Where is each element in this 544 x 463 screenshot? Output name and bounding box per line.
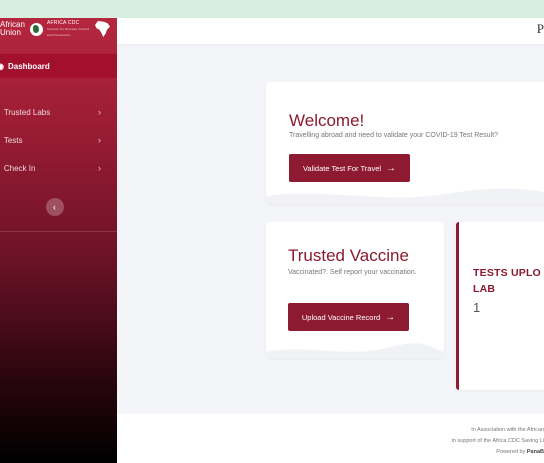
- main-content: P Welcome! Travelling abroad and need to…: [117, 18, 544, 463]
- dashboard-icon: ◉: [0, 61, 4, 71]
- vaccine-title: Trusted Vaccine: [288, 246, 409, 265]
- chevron-right-icon: ›: [98, 107, 101, 117]
- footer: In Association with the African In suppo…: [117, 414, 544, 463]
- welcome-subtitle: Travelling abroad and need to validate y…: [289, 132, 498, 139]
- footer-association: In Association with the African: [471, 427, 544, 433]
- sidebar-item-tests[interactable]: ◦ Tests ›: [0, 126, 117, 154]
- wave-decoration: [266, 343, 444, 358]
- africa-cdc-logo: AFRICA CDC Centres for Disease Control a…: [47, 20, 90, 37]
- sidebar-item-label: Dashboard: [7, 61, 50, 71]
- logo-row: African Union AFRICA CDC Centres for Dis…: [0, 18, 117, 40]
- chevron-left-icon: ‹: [53, 201, 56, 212]
- chevron-right-icon: ›: [98, 135, 101, 145]
- sidebar-item-label: Check In: [3, 163, 36, 173]
- sidebar-item-check-in[interactable]: ◦ Check In ›: [0, 154, 117, 182]
- sidebar-collapse-row: ‹: [0, 182, 117, 232]
- welcome-card: Welcome! Travelling abroad and need to v…: [266, 82, 544, 204]
- arrow-right-icon: →: [386, 162, 397, 174]
- trusted-vaccine-card: Trusted Vaccine Vaccinated?. Self report…: [266, 222, 444, 358]
- footer-powered-by: Powered by PanaB: [496, 449, 544, 455]
- chevron-right-icon: ›: [98, 163, 101, 173]
- collapse-sidebar-button[interactable]: ‹: [45, 197, 64, 216]
- tests-uploaded-card: TESTS UPLO LAB 1: [456, 222, 544, 390]
- sidebar-item-dashboard[interactable]: ◉ Dashboard: [0, 54, 117, 78]
- validate-test-button[interactable]: Validate Test For Travel →: [289, 154, 410, 182]
- user-initial[interactable]: P: [537, 21, 544, 37]
- tests-uploaded-label: TESTS UPLO LAB: [473, 267, 541, 295]
- upload-vaccine-button[interactable]: Upload Vaccine Record →: [288, 303, 409, 331]
- tests-uploaded-count: 1: [473, 300, 481, 315]
- sidebar-item-label: Tests: [3, 135, 23, 145]
- footer-brand-link[interactable]: PanaB: [527, 449, 544, 455]
- sidebar: African Union AFRICA CDC Centres for Dis…: [0, 18, 117, 463]
- africa-map-icon: [95, 21, 110, 37]
- welcome-title: Welcome!: [289, 111, 365, 130]
- globe-icon: [30, 22, 43, 36]
- arrow-right-icon: →: [385, 311, 396, 323]
- footer-support: In support of the Africa CDC Saving Li: [451, 438, 544, 444]
- sidebar-item-label: Trusted Labs: [3, 107, 51, 117]
- wave-decoration: [266, 188, 544, 204]
- vaccine-subtitle: Vaccinated?. Self report your vaccinatio…: [288, 269, 417, 276]
- african-union-logo: African Union: [0, 20, 25, 37]
- top-bar: P: [117, 18, 544, 44]
- sidebar-item-trusted-labs[interactable]: ◦ Trusted Labs ›: [0, 98, 117, 126]
